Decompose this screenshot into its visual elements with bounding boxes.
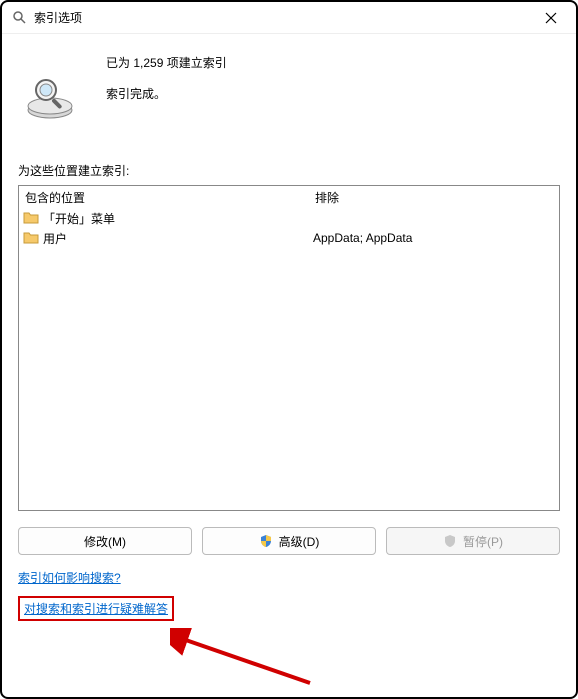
content-area: 已为 1,259 项建立索引 索引完成。 为这些位置建立索引: 包含的位置 排除… [2, 34, 576, 697]
help-link-row: 索引如何影响搜索? [18, 569, 560, 586]
included-name: 用户 [43, 230, 67, 247]
locations-list: 包含的位置 排除 「开始」菜单 [18, 185, 560, 511]
list-header: 包含的位置 排除 [19, 186, 559, 208]
locations-label: 为这些位置建立索引: [18, 162, 560, 179]
status-text: 已为 1,259 项建立索引 索引完成。 [106, 48, 227, 102]
index-status-icon [22, 66, 78, 122]
index-status: 索引完成。 [106, 85, 227, 102]
list-body: 「开始」菜单 用户 AppData; AppData [19, 208, 559, 510]
header-excluded[interactable]: 排除 [309, 186, 559, 208]
header-included[interactable]: 包含的位置 [19, 186, 309, 208]
troubleshoot-highlight: 对搜索和索引进行疑难解答 [18, 596, 174, 621]
excluded-value: AppData; AppData [309, 231, 559, 245]
how-indexing-affects-link[interactable]: 索引如何影响搜索? [18, 569, 121, 586]
pause-button: 暂停(P) [386, 527, 560, 555]
indexing-options-window: 索引选项 已为 1,259 项建立索引 索引完成。 为这些位置建立索引: [0, 0, 578, 699]
folder-icon [23, 230, 39, 246]
folder-icon [23, 210, 39, 226]
advanced-button[interactable]: 高级(D) [202, 527, 376, 555]
included-name: 「开始」菜单 [43, 210, 115, 227]
window-title: 索引选项 [34, 9, 536, 26]
status-section: 已为 1,259 项建立索引 索引完成。 [18, 48, 560, 122]
titlebar: 索引选项 [2, 2, 576, 34]
close-button[interactable] [536, 6, 566, 30]
troubleshoot-link[interactable]: 对搜索和索引进行疑难解答 [24, 600, 168, 617]
list-item[interactable]: 用户 AppData; AppData [19, 228, 559, 248]
shield-icon [259, 534, 273, 548]
list-item[interactable]: 「开始」菜单 [19, 208, 559, 228]
modify-button[interactable]: 修改(M) [18, 527, 192, 555]
app-icon [12, 10, 28, 26]
indexed-count: 已为 1,259 项建立索引 [106, 54, 227, 71]
shield-icon [443, 534, 457, 548]
button-row: 修改(M) 高级(D) 暂停(P) [18, 527, 560, 555]
